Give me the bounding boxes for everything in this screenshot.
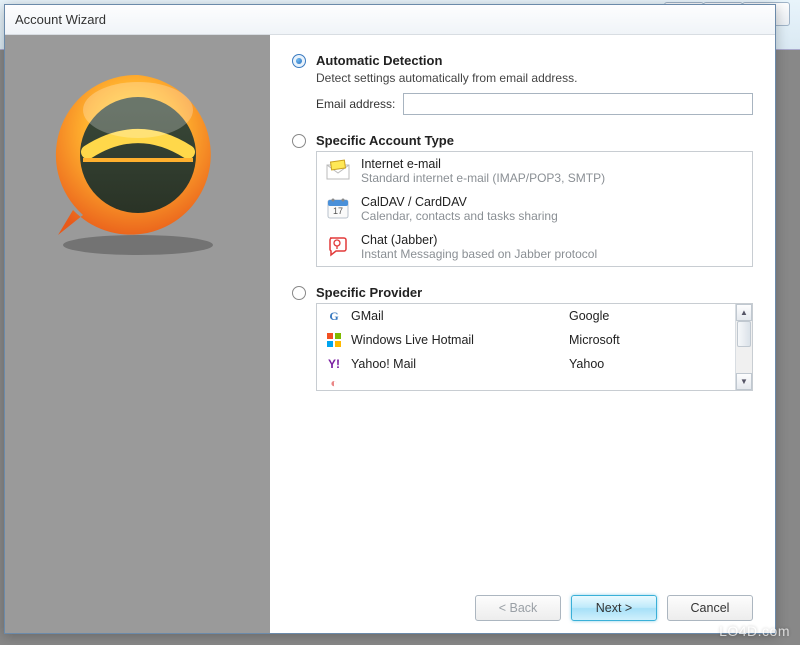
list-item[interactable]: G GMail Google bbox=[317, 304, 735, 328]
specific-provider-label: Specific Provider bbox=[316, 285, 422, 300]
provider-company: Google bbox=[569, 309, 609, 323]
yahoo-icon: Y! bbox=[325, 355, 343, 373]
back-button[interactable]: < Back bbox=[475, 595, 561, 621]
specific-provider-section: Specific Provider G GMail Google bbox=[292, 285, 753, 391]
email-address-input[interactable] bbox=[403, 93, 753, 115]
wizard-sidebar bbox=[5, 35, 270, 633]
list-item[interactable]: Chat (Jabber) Instant Messaging based on… bbox=[317, 228, 752, 266]
scrollbar[interactable]: ▲ ▼ bbox=[735, 304, 752, 390]
wizard-main-panel: Automatic Detection Detect settings auto… bbox=[270, 35, 775, 633]
gmail-icon: G bbox=[325, 307, 343, 325]
dialog-titlebar[interactable]: Account Wizard bbox=[5, 5, 775, 35]
list-item-title: CalDAV / CardDAV bbox=[361, 195, 744, 209]
app-logo-icon bbox=[38, 60, 238, 260]
list-item[interactable]: Internet e-mail Standard internet e-mail… bbox=[317, 152, 752, 190]
specific-account-type-label: Specific Account Type bbox=[316, 133, 454, 148]
specific-provider-radio[interactable] bbox=[292, 286, 306, 300]
email-address-label: Email address: bbox=[316, 97, 395, 111]
list-item-title: Chat (Jabber) bbox=[361, 233, 744, 247]
scroll-track[interactable] bbox=[736, 321, 752, 373]
provider-company: Yahoo bbox=[569, 357, 604, 371]
dialog-title: Account Wizard bbox=[15, 12, 106, 27]
account-wizard-dialog: Account Wizard bbox=[4, 4, 776, 634]
automatic-detection-section: Automatic Detection Detect settings auto… bbox=[292, 53, 753, 115]
list-item-desc: Standard internet e-mail (IMAP/POP3, SMT… bbox=[361, 171, 744, 185]
specific-account-type-section: Specific Account Type Internet e-mail St… bbox=[292, 133, 753, 267]
specific-account-type-radio[interactable] bbox=[292, 134, 306, 148]
svg-text:17: 17 bbox=[333, 206, 343, 216]
provider-company: Microsoft bbox=[569, 333, 620, 347]
lightbulb-chat-icon bbox=[325, 233, 351, 259]
cancel-button[interactable]: Cancel bbox=[667, 595, 753, 621]
automatic-detection-radio[interactable] bbox=[292, 54, 306, 68]
provider-name: Windows Live Hotmail bbox=[351, 333, 561, 347]
provider-name: Yahoo! Mail bbox=[351, 357, 561, 371]
scroll-up-button[interactable]: ▲ bbox=[736, 304, 752, 321]
list-item-desc: Instant Messaging based on Jabber protoc… bbox=[361, 247, 744, 261]
provider-listbox: G GMail Google Windows Live Hotmail Micr… bbox=[316, 303, 753, 391]
list-item[interactable]: Windows Live Hotmail Microsoft bbox=[317, 328, 735, 352]
wizard-footer: < Back Next > Cancel bbox=[292, 581, 753, 621]
calendar-icon: 17 bbox=[325, 195, 351, 221]
list-item[interactable]: 17 CalDAV / CardDAV Calendar, contacts a… bbox=[317, 190, 752, 228]
scroll-thumb[interactable] bbox=[737, 321, 751, 347]
automatic-detection-label: Automatic Detection bbox=[316, 53, 442, 68]
scroll-down-button[interactable]: ▼ bbox=[736, 373, 752, 390]
envelope-icon bbox=[325, 157, 351, 183]
windows-live-icon bbox=[325, 331, 343, 349]
account-type-listbox: Internet e-mail Standard internet e-mail… bbox=[316, 151, 753, 267]
automatic-detection-description: Detect settings automatically from email… bbox=[316, 71, 753, 85]
list-item-title: Internet e-mail bbox=[361, 157, 744, 171]
provider-name: GMail bbox=[351, 309, 561, 323]
next-button[interactable]: Next > bbox=[571, 595, 657, 621]
list-item-desc: Calendar, contacts and tasks sharing bbox=[361, 209, 744, 223]
provider-icon: ◐ bbox=[325, 376, 343, 390]
list-item[interactable]: ◐ bbox=[317, 376, 735, 390]
list-item[interactable]: Y! Yahoo! Mail Yahoo bbox=[317, 352, 735, 376]
